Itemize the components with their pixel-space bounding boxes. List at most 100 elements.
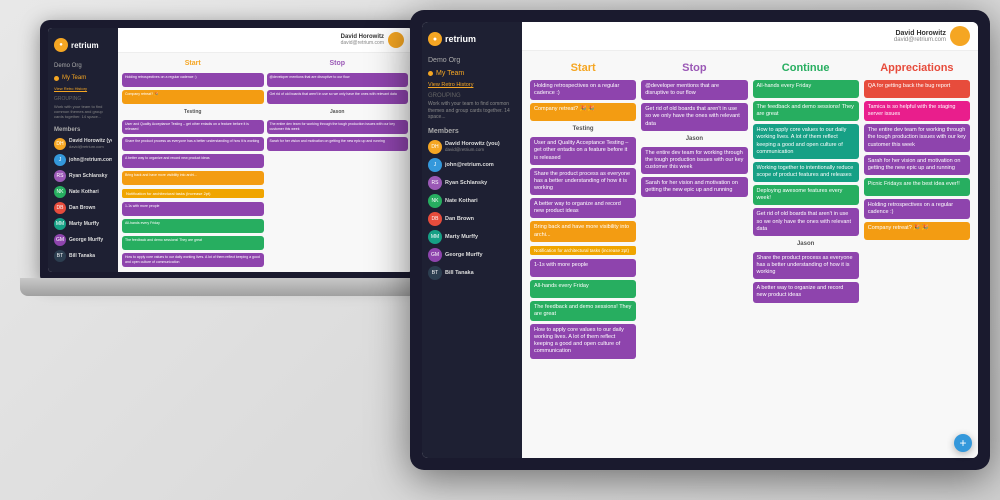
member-name: George Murffy [445,252,516,258]
sidebar-logo-main: ● retrium [422,28,522,50]
sidebar-team-main: My Team [422,67,522,80]
avatar: GM [54,234,66,246]
start-card-5[interactable]: A better way to organize and record new … [530,198,636,218]
member-item: DH David Horowitz (you) david@retrium.co… [48,136,118,152]
start-header: Start [122,57,264,70]
section-label: Testing [122,107,264,117]
avatar: BT [428,266,442,280]
app-card-2[interactable]: Tamica is so helpful with the staging se… [864,101,970,121]
user-avatar-main [950,26,970,46]
app-card-1[interactable]: QA for getting back the bug report [864,80,970,98]
team-dot-main [428,71,433,76]
start-card-10[interactable]: How to apply core values to our daily wo… [530,324,636,359]
card[interactable]: How to apply core values to our daily wo… [122,253,264,267]
stop-card-4[interactable]: Sarah for her vision and motivation on g… [641,177,747,197]
member-item: MM Marty Murffy [48,216,118,232]
cont-card-7[interactable]: Share the product process as everyone ha… [753,252,859,279]
continue-column: Continue All-hands every Friday The feed… [753,59,859,450]
user-email-top-main: david@retrium.com [894,37,946,43]
stop-card-2[interactable]: Get rid of old boards that aren't in use… [641,103,747,130]
card[interactable]: All-hands every Friday [122,219,264,233]
card[interactable]: User and Quality Acceptance Testing – ge… [122,120,264,134]
top-bar-main: David Horowitz david@retrium.com [522,22,978,51]
logo-text-main: retrium [445,34,476,44]
stop-header-main: Stop [641,59,747,77]
cont-card-6[interactable]: Get rid of old boards that aren't in use… [753,208,859,235]
app-card-6[interactable]: Holding retrospectives on a regular cade… [864,199,970,219]
main-content-main: David Horowitz david@retrium.com Start H… [522,22,978,458]
tablet-device: ● retrium Demo Org My Team View Retro Hi… [410,10,990,470]
avatar: GM [428,248,442,262]
avatar: MM [54,218,66,230]
cont-card-2[interactable]: The feedback and demo sessions! They are… [753,101,859,121]
card[interactable]: @developer mentions that are disruptive … [267,73,409,87]
avatar-main: DH [428,140,442,154]
member-item: BT Bill Tanaka [48,248,118,264]
laptop-base [20,278,440,296]
member-name: Bill Tanaka [445,270,516,276]
section-jason: Jason [641,134,747,144]
avatar: DB [54,202,66,214]
main-content-small: David Horowitz david@retrium.com Start H… [118,28,412,272]
start-card-1[interactable]: Holding retrospectives on a regular cade… [530,80,636,100]
start-card-9[interactable]: The feedback and demo sessions! They are… [530,301,636,321]
card[interactable]: Holding retrospectives on a regular cade… [122,73,264,87]
avatar: MM [428,230,442,244]
card[interactable]: Sarah for her vision and motivation on g… [267,137,409,151]
grouping-section-main: Grouping [422,90,522,100]
sidebar-small: ● retrium Demo Org My Team View Retro Hi… [48,28,118,272]
card[interactable]: A better way to organize and record new … [122,154,264,168]
cont-card-4[interactable]: Working together to intentionally reduce… [753,162,859,182]
board-main: Start Holding retrospectives on a regula… [522,51,978,458]
member-item: RS Ryan Schlansky [48,168,118,184]
tablet-screen: ● retrium Demo Org My Team View Retro Hi… [422,22,978,458]
member-item: DB Dan Brown [48,200,118,216]
card[interactable]: 1-1s with more people [122,202,264,216]
user-email-top: david@retrium.com [341,40,384,46]
avatar: J [54,154,66,166]
start-card-8[interactable]: All-hands every Friday [530,280,636,298]
avatar: NK [54,186,66,198]
member-name: Dan Brown [69,205,112,211]
member-item: DB Dan Brown [422,210,522,228]
app-card-5[interactable]: Picnic Fridays are the best idea ever!! [864,178,970,196]
card[interactable]: The feedback and demo sessions! They are… [122,236,264,250]
cont-card-3[interactable]: How to apply core values to our daily wo… [753,124,859,159]
member-name: Marty Murffy [445,234,516,240]
member-item: MM Marty Murffy [422,228,522,246]
laptop-device: ● retrium Demo Org My Team View Retro Hi… [20,20,440,340]
start-card-2[interactable]: Company retreat? 🎉 🎉 [530,103,636,121]
member-name: Marty Murffy [69,221,112,227]
sidebar-org: Demo Org [48,60,118,72]
fab-button[interactable]: + [954,434,972,452]
start-card-6[interactable]: Bring back and have more visibility into… [530,221,636,241]
logo-text: retrium [71,41,99,50]
app-card-4[interactable]: Sarah for her vision and motivation on g… [864,155,970,175]
sidebar-org-main: Demo Org [422,54,522,67]
cont-card-1[interactable]: All-hands every Friday [753,80,859,98]
avatar: NK [428,194,442,208]
start-card-3[interactable]: User and Quality Acceptance Testing – ge… [530,137,636,164]
app-card-3[interactable]: The entire dev team for working through … [864,124,970,151]
user-info-top: David Horowitz david@retrium.com [341,34,384,46]
card[interactable]: Get rid of old boards that aren't in use… [267,90,409,104]
start-column-small: Start Holding retrospectives on a regula… [122,57,264,268]
cont-card-5[interactable]: Deploying awesome features every week! [753,185,859,205]
stop-card-1[interactable]: @developer mentions that are disruptive … [641,80,747,100]
view-history-link[interactable]: View Retro History [48,84,118,93]
view-history-link-main[interactable]: View Retro History [422,80,522,90]
stop-card-3[interactable]: The entire dev team for working through … [641,147,747,174]
start-card-7[interactable]: 1-1s with more people [530,259,636,277]
card[interactable]: Company retreat? 🎉 [122,90,264,104]
start-card-4[interactable]: Share the product process as everyone ha… [530,168,636,195]
section-label: Jason [267,107,409,117]
cont-card-8[interactable]: A better way to organize and record new … [753,282,859,302]
card[interactable]: The entire dev team for working through … [267,120,409,134]
scene: ● retrium Demo Org My Team View Retro Hi… [0,0,1000,500]
avatar: BT [54,250,66,262]
member-name: Nate Kothari [445,198,516,204]
card[interactable]: Bring back and have more visibility into… [122,171,264,185]
card[interactable]: Share the product process as everyone ha… [122,137,264,151]
app-card-7[interactable]: Company retreat? 🎉 🎉 [864,222,970,240]
logo-icon-main: ● [428,32,442,46]
